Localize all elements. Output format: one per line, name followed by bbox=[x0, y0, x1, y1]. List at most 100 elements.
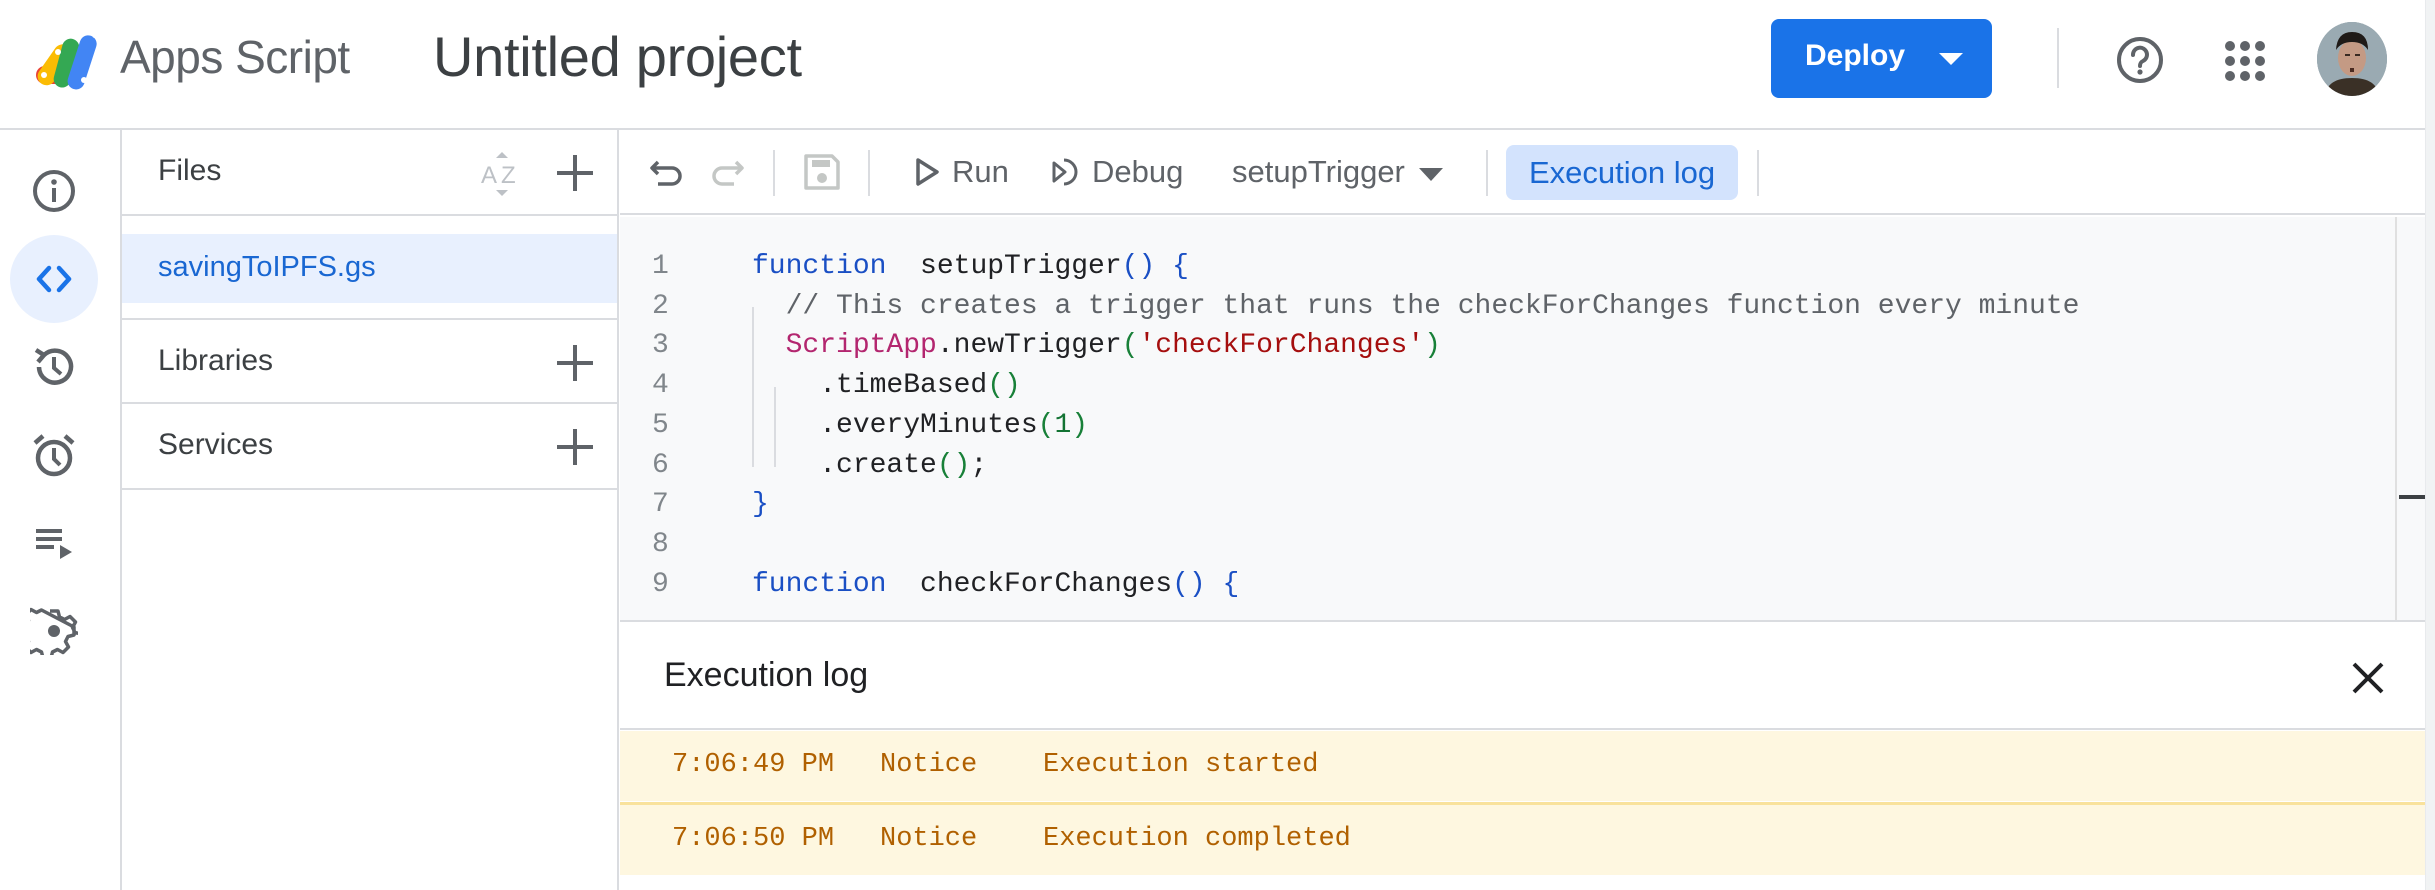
run-button[interactable]: Run bbox=[910, 142, 1009, 202]
add-file-plus-icon[interactable] bbox=[555, 153, 595, 193]
overview-ruler-scrollbar[interactable] bbox=[2395, 217, 2425, 620]
deploy-label: Deploy bbox=[1805, 39, 1906, 72]
log-entry: 7:06:50 PM Notice Execution completed bbox=[620, 805, 2425, 875]
rail-item-project-history[interactable] bbox=[10, 323, 98, 411]
redo-icon[interactable] bbox=[704, 150, 748, 194]
play-icon bbox=[916, 158, 939, 186]
avatar-portrait-icon bbox=[2317, 22, 2387, 96]
execution-log-toggle-button[interactable]: Execution log bbox=[1506, 145, 1738, 200]
apps-script-logo[interactable] bbox=[34, 26, 108, 90]
toolbar-separator bbox=[1486, 150, 1488, 196]
sort-az-icon[interactable]: A Z bbox=[480, 150, 524, 198]
services-row: Services bbox=[122, 404, 617, 490]
line-number: 1 bbox=[652, 251, 669, 282]
code-icon bbox=[36, 265, 72, 293]
debug-icon bbox=[1052, 158, 1078, 186]
svg-text:Z: Z bbox=[501, 162, 516, 189]
code-text: .create(); bbox=[752, 449, 988, 481]
page-scrollbar[interactable] bbox=[2425, 0, 2435, 890]
rail-item-project-settings[interactable] bbox=[10, 587, 98, 675]
code-line[interactable]: 6 .create(); bbox=[620, 446, 2400, 486]
svg-text:A: A bbox=[481, 162, 497, 189]
code-line[interactable]: 1 function setupTrigger() { bbox=[620, 247, 2400, 287]
playlist-play-icon bbox=[36, 529, 72, 559]
libraries-row: Libraries bbox=[122, 318, 617, 404]
log-time: 7:06:50 PM bbox=[672, 824, 835, 854]
selected-function: setupTrigger bbox=[1232, 154, 1405, 189]
log-message: Execution completed bbox=[1043, 824, 1351, 854]
files-header: Files A Z bbox=[122, 130, 617, 216]
line-number: 2 bbox=[652, 290, 669, 322]
close-icon[interactable] bbox=[2348, 658, 2388, 698]
file-name: savingToIPFS.gs bbox=[158, 251, 376, 283]
code-text: ScriptApp.newTrigger('checkForChanges') bbox=[785, 330, 1441, 362]
code-line[interactable]: 5 .everyMinutes(1) bbox=[620, 406, 2400, 446]
code-line[interactable]: 8 bbox=[620, 525, 2400, 565]
help-icon[interactable] bbox=[2114, 34, 2166, 86]
header-divider bbox=[2057, 28, 2059, 88]
app-name: Apps Script bbox=[120, 31, 350, 83]
rail-item-triggers[interactable] bbox=[10, 411, 98, 499]
toolbar-separator bbox=[868, 150, 870, 196]
toolbar-separator bbox=[1757, 150, 1759, 196]
run-label: Run bbox=[952, 154, 1009, 189]
code-editor[interactable]: 1 function setupTrigger() { 2 // This crea… bbox=[620, 217, 2425, 620]
google-apps-grid-icon[interactable] bbox=[2222, 38, 2268, 84]
code-text: function setupTrigger() { bbox=[752, 251, 1189, 282]
code-line[interactable]: 9 function checkForChanges() { bbox=[620, 565, 2400, 605]
gear-icon bbox=[30, 607, 78, 655]
debug-button[interactable]: Debug bbox=[1050, 142, 1183, 202]
app-header: Apps Script Untitled project Deploy bbox=[0, 0, 2435, 130]
line-number: 9 bbox=[652, 568, 669, 600]
code-line[interactable]: 7} bbox=[620, 485, 2400, 525]
info-icon bbox=[33, 170, 75, 212]
log-level: Notice bbox=[880, 824, 978, 854]
avatar[interactable] bbox=[2317, 22, 2387, 96]
cursor-position-marker bbox=[2399, 495, 2425, 499]
history-icon bbox=[34, 348, 74, 385]
rail-item-executions[interactable] bbox=[10, 499, 98, 587]
log-header-divider bbox=[620, 728, 2425, 730]
log-message: Execution started bbox=[1043, 750, 1319, 780]
left-nav-rail bbox=[0, 130, 122, 890]
line-number: 7 bbox=[652, 489, 669, 521]
line-number: 5 bbox=[652, 409, 669, 441]
line-number: 4 bbox=[652, 370, 669, 402]
toolbar-separator bbox=[773, 150, 775, 196]
code-text: // This creates a trigger that runs the … bbox=[785, 290, 2080, 322]
code-line[interactable]: 2 // This creates a trigger that runs th… bbox=[620, 287, 2400, 327]
file-item-savingtoipfs[interactable]: savingToIPFS.gs bbox=[122, 234, 617, 303]
rail-item-overview[interactable] bbox=[10, 147, 98, 235]
line-number: 8 bbox=[652, 528, 669, 560]
function-select-dropdown[interactable]: setupTrigger bbox=[1232, 142, 1443, 202]
execution-log-title: Execution log bbox=[664, 656, 869, 694]
add-library-plus-icon[interactable] bbox=[555, 343, 595, 383]
code-text: .everyMinutes(1) bbox=[752, 409, 1089, 441]
line-number: 3 bbox=[652, 330, 669, 362]
code-text: } bbox=[752, 489, 769, 521]
rail-item-editor[interactable] bbox=[10, 235, 98, 323]
editor-toolbar: Run Debug setupTrigger Execution log bbox=[620, 130, 2425, 215]
alarm-clock-icon bbox=[33, 434, 75, 477]
deploy-button[interactable]: Deploy bbox=[1771, 19, 1992, 98]
files-title: Files bbox=[158, 154, 222, 187]
caret-down-icon bbox=[1418, 167, 1443, 181]
files-panel: Files A Z savingToIPFS.gs Libraries Serv… bbox=[122, 130, 619, 890]
execution-log-panel: Execution log 7:06:49 PM Notice Executio… bbox=[620, 620, 2425, 890]
libraries-title: Libraries bbox=[158, 344, 274, 377]
log-time: 7:06:49 PM bbox=[672, 750, 835, 780]
code-text: .timeBased() bbox=[752, 370, 1021, 402]
code-line[interactable]: 4 .timeBased() bbox=[620, 366, 2400, 406]
log-level: Notice bbox=[880, 750, 978, 780]
caret-down-icon bbox=[1939, 53, 1963, 65]
code-text: function checkForChanges() { bbox=[752, 568, 1240, 600]
services-title: Services bbox=[158, 428, 274, 461]
undo-icon[interactable] bbox=[646, 150, 690, 194]
save-icon[interactable] bbox=[800, 150, 844, 194]
line-number: 6 bbox=[652, 449, 669, 481]
code-line[interactable]: 3 ScriptApp.newTrigger('checkForChanges'… bbox=[620, 326, 2400, 366]
debug-label: Debug bbox=[1092, 154, 1184, 189]
add-service-plus-icon[interactable] bbox=[555, 427, 595, 467]
log-entry: 7:06:49 PM Notice Execution started bbox=[620, 731, 2425, 801]
project-title[interactable]: Untitled project bbox=[433, 24, 802, 89]
